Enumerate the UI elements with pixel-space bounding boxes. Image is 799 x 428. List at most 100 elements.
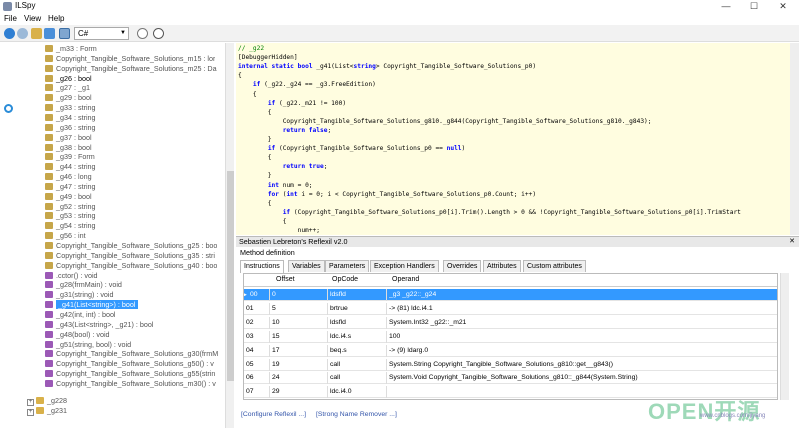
configure-reflexil-link[interactable]: [Configure Reflexil ...] (241, 411, 306, 418)
tree-item[interactable]: Copyright_Tangible_Software_Solutions_g5… (45, 359, 214, 369)
close-button[interactable]: ✕ (772, 0, 794, 13)
tree-item[interactable]: _m33 : Form (45, 44, 97, 54)
tab-exception-handlers[interactable]: Exception Handlers (370, 260, 439, 272)
code-line: // _g22 (238, 45, 265, 52)
assembly-tree[interactable]: _m33 : Form Copyright_Tangible_Software_S… (0, 43, 234, 428)
table-row[interactable]: ▶ 00 0 ldsfld _g3 _g22::_g24 (244, 289, 777, 301)
keyword: int (286, 190, 298, 198)
tree-item[interactable]: _g44 : string (45, 162, 96, 172)
menu-file[interactable]: File (4, 14, 17, 23)
keyword: return (282, 126, 306, 134)
table-row[interactable]: 05 19 call System.String Copyright_Tangible… (244, 358, 777, 371)
code-scrollbar[interactable] (790, 43, 799, 235)
language-select[interactable]: C# ▼ (74, 27, 129, 40)
tree-node[interactable]: + _g228 (27, 396, 67, 406)
reload-icon[interactable] (44, 28, 55, 39)
cell-divider (386, 386, 387, 399)
tree-item[interactable]: _g26 : bool (45, 74, 92, 84)
tree-item[interactable]: Copyright_Tangible_Software_Solutions_g3… (45, 349, 218, 359)
column-opcode[interactable]: OpCode (332, 276, 358, 283)
tree-item[interactable]: Copyright_Tangible_Software_Solutions_g2… (45, 241, 217, 251)
tree-item[interactable]: Copyright_Tangible_Software_Solutions_m1… (45, 54, 215, 64)
tree-item-label: _g31(string) : void (56, 290, 114, 300)
table-row[interactable]: 03 15 ldc.i4.s 100 (244, 330, 777, 343)
maximize-button[interactable]: ☐ (743, 0, 765, 13)
cell-divider (386, 289, 387, 301)
tree-item[interactable]: _g38 : bool (45, 143, 92, 153)
tab-custom-attributes[interactable]: Custom attributes (523, 260, 586, 272)
tab-overrides[interactable]: Overrides (443, 260, 482, 272)
tree-item[interactable]: _g27 : _g1 (45, 83, 90, 93)
tree-item[interactable]: _g42(int, int) : bool (45, 310, 116, 320)
tree-item[interactable]: _g54 : string (45, 221, 96, 231)
tree-item[interactable]: _g47 : string (45, 182, 96, 192)
search-icon[interactable] (153, 28, 164, 39)
tree-node[interactable]: + _g231 (27, 406, 67, 416)
method-icon (45, 370, 53, 378)
table-row[interactable]: 04 17 beq.s -> (9) ldarg.0 (244, 344, 777, 357)
tree-item[interactable]: _g31(string) : void (45, 290, 114, 300)
tree-item-label: Copyright_Tangible_Software_Solutions_m1… (56, 53, 216, 63)
keyword: int (267, 181, 279, 189)
grid-scrollbar[interactable] (780, 273, 789, 400)
cell-operand: System.Void Copyright_Tangible_Software_… (389, 374, 638, 382)
cell-divider (327, 302, 328, 315)
tab-attributes[interactable]: Attributes (483, 260, 521, 272)
column-operand[interactable]: Operand (392, 276, 419, 283)
column-offset[interactable]: Offset (276, 276, 295, 283)
menu-view[interactable]: View (24, 14, 41, 23)
tree-item[interactable]: _g34 : string (45, 113, 96, 123)
back-icon[interactable] (4, 28, 15, 39)
instructions-grid[interactable]: Offset OpCode Operand ▶ 00 0 ldsfld _g3 _g22… (243, 273, 778, 400)
tree-item-label: _g43(List<string>, _g21) : bool (56, 319, 154, 329)
expand-icon[interactable]: + (27, 399, 34, 406)
tree-item[interactable]: Copyright_Tangible_Software_Solutions_g5… (45, 369, 215, 379)
cell-operand: -> (9) ldarg.0 (389, 346, 429, 354)
code-line: if (_g22._m21 != 100) (267, 99, 347, 107)
tree-scrollbar-thumb[interactable] (227, 171, 234, 381)
forward-icon[interactable] (17, 28, 28, 39)
tab-variables[interactable]: Variables (288, 260, 325, 272)
tree-item[interactable]: _g51(string, bool) : void (45, 340, 131, 350)
keyword: null (446, 145, 462, 153)
tree-item[interactable]: _g49 : bool (45, 192, 92, 202)
field-icon (45, 123, 53, 131)
tab-parameters[interactable]: Parameters (325, 260, 370, 272)
tree-item[interactable]: Copyright_Tangible_Software_Solutions_m2… (45, 64, 217, 74)
reflexil-close-button[interactable]: ✕ (789, 237, 795, 247)
tree-item[interactable]: _g36 : string (45, 123, 96, 133)
tab-instructions[interactable]: Instructions (240, 260, 284, 273)
tree-item[interactable]: .cctor() : void (45, 271, 98, 281)
tree-item[interactable]: Copyright_Tangible_Software_Solutions_g4… (45, 261, 217, 271)
window-title: ILSpy (15, 1, 36, 10)
strong-name-remover-link[interactable]: [Strong Name Remover ...] (316, 411, 397, 418)
open-folder-icon[interactable] (31, 28, 42, 39)
code-view[interactable]: // _g22 [DebuggerHidden] internal static b… (236, 43, 799, 235)
expand-icon[interactable]: + (27, 409, 34, 416)
table-row[interactable]: 01 5 brtrue -> (81) ldc.i4.1 (244, 302, 777, 315)
tree-item-label: _g51(string, bool) : void (56, 339, 132, 349)
tree-item[interactable]: _g28(frmMain) : void (45, 280, 122, 290)
table-row[interactable]: 02 10 ldsfld System.Int32 _g22::_m21 (244, 316, 777, 329)
tree-item[interactable]: _g37 : bool (45, 133, 92, 143)
tree-scrollbar[interactable] (225, 43, 234, 428)
tree-item[interactable]: Copyright_Tangible_Software_Solutions_g3… (45, 251, 215, 261)
menu-help[interactable]: Help (48, 14, 64, 23)
tree-item[interactable]: _g48(bool) : void (45, 330, 110, 340)
tree-item[interactable]: _g39 : Form (45, 152, 95, 162)
minimize-button[interactable]: — (715, 0, 737, 13)
options-icon[interactable] (137, 28, 148, 39)
tree-item[interactable]: _g29 : bool (45, 93, 92, 103)
tree-item[interactable]: _g46 : long (45, 172, 92, 182)
tree-item[interactable]: _g56 : int (45, 231, 86, 241)
show-internal-icon[interactable] (59, 28, 70, 39)
tree-item-label: _g34 : string (56, 112, 96, 122)
tree-item[interactable]: _g52 : string (45, 202, 96, 212)
tree-item-label: _g28(frmMain) : void (56, 280, 122, 290)
tree-item[interactable]: _g43(List<string>, _g21) : bool (45, 320, 154, 330)
tree-item[interactable]: _g33 : string (45, 103, 96, 113)
tree-item[interactable]: _g41(List<string>) : bool (45, 300, 138, 310)
tree-item[interactable]: Copyright_Tangible_Software_Solutions_m3… (45, 379, 216, 389)
table-row[interactable]: 06 24 call System.Void Copyright_Tangible_S… (244, 372, 777, 385)
tree-item[interactable]: _g53 : string (45, 211, 96, 221)
